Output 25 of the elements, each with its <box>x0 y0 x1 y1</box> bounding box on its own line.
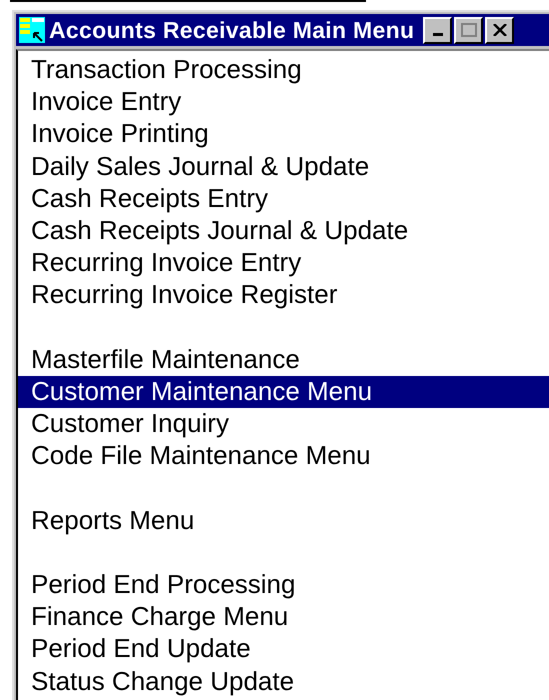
menu-item[interactable]: Finance Charge Menu <box>18 601 549 634</box>
menu-item[interactable]: Recurring Invoice Entry <box>18 247 549 280</box>
app-icon <box>19 17 45 43</box>
minimize-icon <box>432 33 443 36</box>
menu-item[interactable]: Masterfile Maintenance <box>18 344 549 376</box>
menu-item[interactable]: Transaction Processing <box>18 54 549 86</box>
maximize-button[interactable] <box>454 16 484 44</box>
menu-item[interactable]: Daily Sales Journal & Update <box>18 150 549 183</box>
menu-item[interactable]: Period End Processing <box>18 569 549 602</box>
menu-item[interactable]: Period End Update <box>18 633 549 666</box>
window-title: Accounts Receivable Main Menu <box>49 16 414 44</box>
close-button[interactable] <box>485 16 514 44</box>
menu-item[interactable]: Invoice Entry <box>18 86 549 118</box>
menu-item[interactable]: Status Change Update <box>18 666 549 698</box>
menu-item[interactable]: Invoice Printing <box>18 118 549 151</box>
menu-item[interactable]: Recurring Invoice Register <box>18 279 549 312</box>
menu-item[interactable]: Customer Inquiry <box>18 408 549 440</box>
maximize-icon <box>460 23 477 37</box>
menu-item[interactable]: Cash Receipts Journal & Update <box>18 214 549 248</box>
menu-item[interactable]: Cash Receipts Entry <box>18 182 549 215</box>
menu-item[interactable]: Code File Maintenance Menu <box>18 440 549 472</box>
minimize-button[interactable] <box>423 16 452 44</box>
close-icon <box>492 24 507 36</box>
menu-item[interactable]: Customer Maintenance Menu <box>18 376 549 408</box>
menu-item[interactable]: Reports Menu <box>18 504 549 537</box>
